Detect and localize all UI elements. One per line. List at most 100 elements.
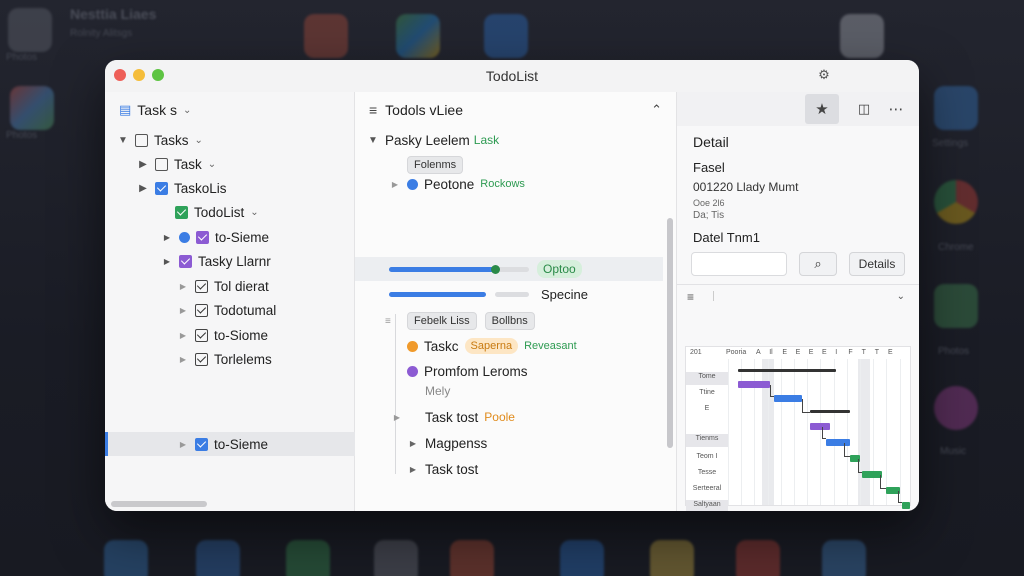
row-task-tost[interactable]: ▶ Task tost Poole <box>391 406 515 428</box>
more-options-icon[interactable]: ⋯ <box>883 92 909 125</box>
toolbar-separator <box>713 291 714 301</box>
gantt-summary-bar[interactable] <box>810 410 850 413</box>
caret-down-icon[interactable]: ▼ <box>117 135 129 146</box>
sidebar-header[interactable]: ▤ Task s ⌄ <box>119 102 191 118</box>
drag-handle-icon[interactable]: ≡ <box>385 316 391 327</box>
caret-right-icon[interactable]: ▶ <box>177 440 189 449</box>
caret-right-icon[interactable]: ▶ <box>177 306 189 315</box>
caret-right-icon[interactable]: ▶ <box>177 355 189 364</box>
caret-right-icon[interactable]: ▶ <box>177 331 189 340</box>
gantt-row-label[interactable]: E <box>686 405 728 412</box>
checkbox-torlelems[interactable] <box>195 352 208 366</box>
app-store-icon <box>484 14 528 58</box>
tree-item-to-sieme-selected[interactable]: ▶ to-Sieme <box>177 433 268 455</box>
row-magpenss[interactable]: ▶ Magpenss <box>407 432 487 454</box>
group-row[interactable]: ▼ Pasky Leelem Lask <box>367 129 499 151</box>
selection-indicator <box>105 432 108 456</box>
caret-right-icon[interactable]: ▶ <box>161 233 173 242</box>
row-peotone[interactable]: ▶ Peotone Rockows <box>389 173 525 195</box>
tree-item-label: to-Sieme <box>214 436 269 452</box>
checkbox-to-sieme[interactable] <box>196 230 209 244</box>
gantt-grid-line <box>780 359 782 505</box>
gantt-row-label[interactable]: Tienms <box>686 435 728 442</box>
music-app-icon <box>934 386 978 430</box>
gantt-row-label[interactable]: Tesse <box>686 469 728 476</box>
gantt-task-bar[interactable] <box>810 423 830 430</box>
chevron-down-icon[interactable]: ⌄ <box>897 291 905 302</box>
tree-item-task[interactable]: ▶ Task ⌄ <box>137 153 216 175</box>
caret-right-icon[interactable]: ▶ <box>177 282 189 291</box>
gantt-row-label[interactable]: Serteeral <box>686 485 728 492</box>
gantt-summary-bar[interactable] <box>738 369 836 372</box>
checkbox-to-sieme-selected[interactable] <box>195 437 208 451</box>
hamburger-icon[interactable]: ≡ <box>687 290 694 304</box>
checkbox-todolist[interactable] <box>175 205 188 219</box>
checkbox-tasky-llarnr[interactable] <box>179 254 192 268</box>
detail-fasel: Fasel <box>693 160 725 175</box>
caret-right-icon[interactable]: ▶ <box>407 465 419 474</box>
tree-item-todotumal[interactable]: ▶ Todotumal <box>177 299 276 321</box>
extension-icon[interactable]: ⚙ <box>817 68 831 82</box>
progress-fill <box>389 292 486 297</box>
gantt-row-label[interactable]: Ttine <box>686 389 728 396</box>
chevron-down-icon[interactable]: ⌄ <box>250 207 258 218</box>
row-tasks[interactable]: Taskc Saperna Reveasant <box>407 335 577 357</box>
caret-right-icon[interactable]: ▶ <box>389 180 401 189</box>
horizontal-scrollbar[interactable] <box>111 501 207 507</box>
tree-item-tasky-llarnr[interactable]: ▶ Tasky Llarnr <box>161 250 271 272</box>
row-task-tost-2[interactable]: ▶ Task tost <box>407 458 478 480</box>
search-button[interactable]: ⌕ <box>799 252 837 276</box>
tree-item-tol-dierat[interactable]: ▶ Tol dierat <box>177 275 269 297</box>
desktop-label-photos-right: Photos <box>938 346 970 357</box>
progress-1-tag: Optoo <box>537 260 582 278</box>
gantt-task-bar[interactable] <box>774 395 802 402</box>
caret-right-icon[interactable]: ▶ <box>391 413 403 422</box>
dock-home-icon <box>196 540 240 576</box>
checkbox-task[interactable] <box>155 157 168 171</box>
tree-item-label: Task <box>174 156 202 172</box>
tree-item-tasks[interactable]: ▼ Tasks ⌄ <box>117 129 203 151</box>
tree-item-torlelems[interactable]: ▶ Torlelems <box>177 348 272 370</box>
gantt-dependency-connector <box>858 459 862 473</box>
pill-folenms[interactable]: Folenms <box>407 155 464 174</box>
chevron-up-icon[interactable]: ⌃ <box>651 102 662 118</box>
tree-item-taskolis[interactable]: ▶ TaskoLis <box>137 177 226 199</box>
checkbox-taskolis[interactable] <box>155 181 168 195</box>
checkbox-tasks[interactable] <box>135 133 148 147</box>
gantt-grid-line <box>860 359 861 505</box>
gantt-task-bar[interactable] <box>902 502 910 509</box>
gantt-row-label[interactable]: Saltyaan <box>686 501 728 508</box>
pill-febelk[interactable]: Febelk Liss <box>407 312 477 330</box>
tree-item-to-sieme[interactable]: ▶ to-Sieme <box>161 226 269 248</box>
tree-item-to-siome[interactable]: ▶ to-Siome <box>177 324 268 346</box>
caret-right-icon[interactable]: ▶ <box>161 257 173 266</box>
progress-track <box>495 292 529 297</box>
gantt-header-label: 201 <box>690 349 702 356</box>
caret-right-icon[interactable]: ▶ <box>137 159 149 170</box>
caret-right-icon[interactable]: ▶ <box>407 439 419 448</box>
hamburger-menu-icon[interactable]: ≡ <box>369 102 377 118</box>
layout-icon[interactable]: ◫ <box>851 92 877 125</box>
chevron-down-icon[interactable]: ⌄ <box>208 159 216 170</box>
gantt-task-bar[interactable] <box>738 381 770 388</box>
caret-down-icon[interactable]: ▼ <box>367 135 379 146</box>
gantt-row-label[interactable]: Teom I <box>686 453 728 460</box>
tree-item-todolist[interactable]: ▶ TodoList ⌄ <box>157 201 259 223</box>
todolist-window: TodoList ⚙ ▤ Task s ⌄ ▼ Tasks ⌄ ▶ Task ⌄… <box>105 60 919 511</box>
dock-sheets-icon <box>286 540 330 576</box>
title-bar[interactable]: TodoList ⚙ <box>105 60 919 92</box>
star-button[interactable]: ★ <box>805 94 839 124</box>
gantt-row-label[interactable]: Tome <box>686 373 728 380</box>
tree-guide-line <box>395 314 396 474</box>
detail-input-field[interactable] <box>691 252 787 276</box>
details-button[interactable]: Details <box>849 252 905 276</box>
gantt-task-bar[interactable] <box>862 471 882 478</box>
row-promfom[interactable]: Promfom Leroms <box>407 360 528 382</box>
caret-right-icon[interactable]: ▶ <box>137 183 149 194</box>
pill-bollbns[interactable]: Bollbns <box>484 312 535 330</box>
checkbox-tol-dierat[interactable] <box>195 279 208 293</box>
vertical-scrollbar[interactable] <box>667 218 673 448</box>
checkbox-to-siome[interactable] <box>195 328 208 342</box>
chevron-down-icon[interactable]: ⌄ <box>195 135 203 146</box>
checkbox-todotumal[interactable] <box>195 303 208 317</box>
